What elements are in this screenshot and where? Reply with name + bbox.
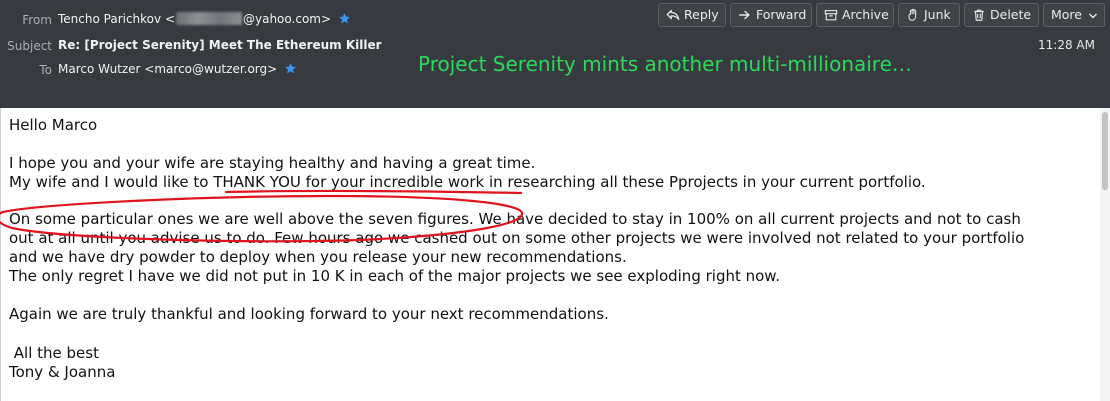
from-label: From	[22, 13, 52, 27]
chevron-down-icon	[1089, 13, 1097, 19]
from-domain: @yahoo.com>	[243, 12, 332, 26]
junk-label: Junk	[924, 7, 951, 22]
signature: Tony & Joanna	[9, 363, 116, 381]
body-line-3: On some particular ones we are well abov…	[9, 210, 1021, 228]
underlined-thanks: THANK YOU for your incredible work	[213, 173, 489, 191]
message-body: Hello Marco I hope you and your wife are…	[0, 108, 1101, 401]
body-line-7: Again we are truly thankful and looking …	[9, 305, 609, 323]
forward-icon	[739, 10, 750, 20]
subject-label: Subject	[7, 39, 52, 53]
scrollbar[interactable]	[1100, 108, 1110, 401]
more-label: More	[1051, 7, 1082, 22]
archive-icon	[824, 10, 838, 21]
reply-icon	[666, 9, 680, 21]
signoff: All the best	[9, 344, 99, 362]
to-value: Marco Wutzer <marco@wutzer.org>	[58, 62, 278, 76]
message-time: 11:28 AM	[1038, 38, 1095, 52]
junk-button[interactable]: Junk	[898, 3, 960, 27]
star-icon[interactable]	[338, 12, 351, 25]
to-label: To	[39, 63, 52, 77]
body-line-2: My wife and I would like to THANK YOU fo…	[9, 173, 926, 191]
more-button[interactable]: More	[1043, 3, 1105, 27]
delete-button[interactable]: Delete	[964, 3, 1039, 27]
from-field[interactable]: Tencho Parichkov < @yahoo.com>	[58, 12, 351, 26]
forward-label: Forward	[756, 7, 807, 22]
delete-label: Delete	[990, 7, 1032, 22]
to-field[interactable]: Marco Wutzer <marco@wutzer.org>	[58, 62, 297, 76]
message-header: From Tencho Parichkov < @yahoo.com> Subje…	[0, 0, 1110, 108]
scrollbar-thumb[interactable]	[1102, 112, 1108, 190]
body-line-1: I hope you and your wife are staying hea…	[9, 154, 536, 172]
star-icon[interactable]	[284, 62, 297, 75]
trash-icon	[974, 9, 984, 21]
body-line-2a: My wife and I would like to	[9, 173, 214, 191]
body-line-4: out at all until you advise us to do. Fe…	[9, 229, 1025, 247]
subject-text: Re: [Project Serenity] Meet The Ethereum…	[58, 38, 382, 52]
overlay-caption: Project Serenity mints another multi-mil…	[418, 52, 912, 76]
reply-button[interactable]: Reply	[658, 3, 726, 27]
body-line-5: and we have dry powder to deploy when yo…	[9, 248, 627, 266]
reply-label: Reply	[684, 7, 719, 22]
forward-button[interactable]: Forward	[730, 3, 812, 27]
redacted-email	[176, 12, 242, 25]
body-line-2c: in researching all these Pprojects in yo…	[488, 173, 926, 191]
greeting: Hello Marco	[9, 116, 98, 134]
archive-label: Archive	[842, 7, 889, 22]
archive-button[interactable]: Archive	[816, 3, 894, 27]
from-name: Tencho Parichkov <	[58, 12, 175, 26]
junk-icon	[908, 8, 917, 21]
body-line-6: The only regret I have we did not put in…	[9, 267, 780, 285]
